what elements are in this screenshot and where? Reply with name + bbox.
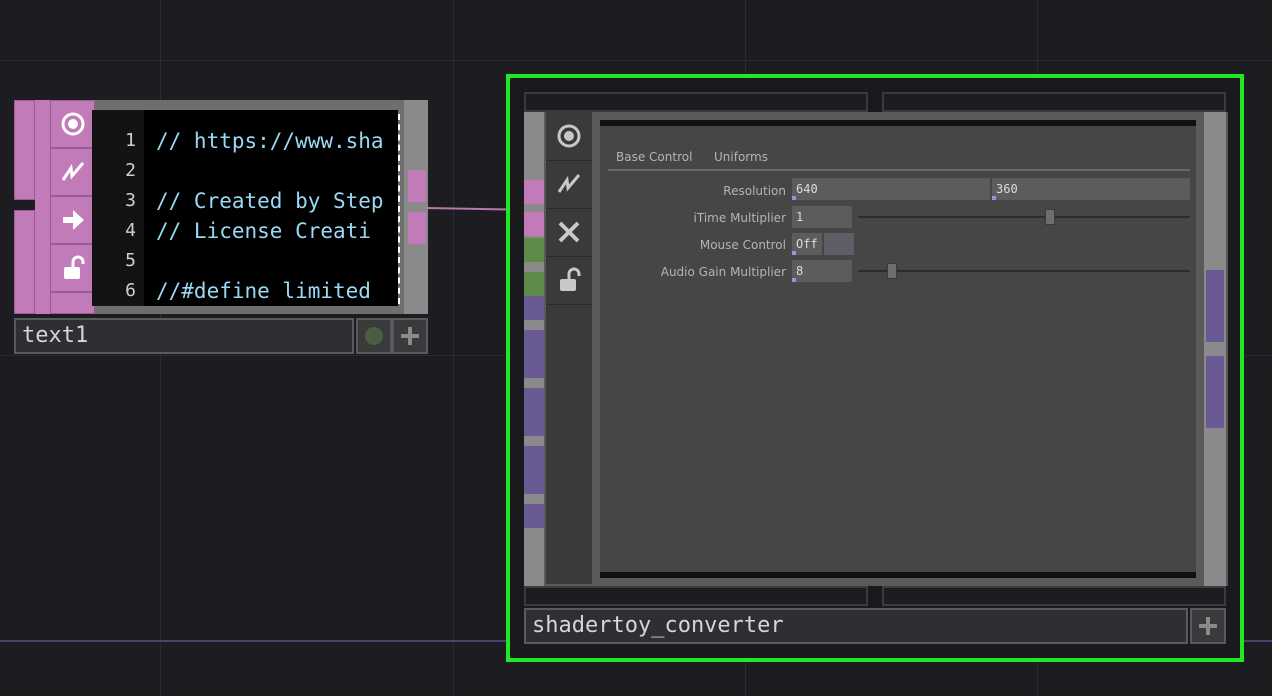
shadertoy-converter-name-field[interactable]: shadertoy_converter — [524, 608, 1188, 644]
line-text: //#define limited — [156, 279, 371, 303]
input-connector[interactable] — [524, 388, 544, 436]
parameter-panel: Base Control Uniforms Resolution 640 360… — [600, 120, 1196, 578]
text1-name-field[interactable]: text1 — [14, 318, 354, 354]
audio-gain-field[interactable]: 8 — [792, 260, 852, 282]
field-marker — [792, 251, 796, 255]
plus-icon — [401, 327, 419, 345]
cook-icon[interactable] — [50, 148, 95, 196]
bypass-icon[interactable] — [546, 208, 592, 257]
line-number: 2 — [125, 160, 136, 181]
export-icon[interactable] — [50, 196, 95, 244]
node-icon-column — [546, 112, 592, 584]
itime-slider-handle[interactable] — [1044, 209, 1055, 225]
resolution-y-value: 360 — [996, 182, 1018, 196]
node-top-bar — [882, 92, 1226, 112]
input-connector[interactable] — [524, 238, 544, 262]
line-text: // Created by Step — [156, 189, 384, 213]
output-connector[interactable] — [408, 170, 426, 202]
audio-gain-value: 8 — [796, 264, 804, 278]
resolution-x-value: 640 — [796, 182, 818, 196]
itime-multiplier-field[interactable]: 1 — [792, 206, 852, 228]
tab-separator — [608, 169, 1190, 171]
code-line: 4 // License Creati — [92, 216, 398, 246]
node-top-bar — [524, 92, 868, 112]
output-connector[interactable] — [1206, 270, 1224, 342]
icon-column-end — [50, 292, 95, 314]
plus-icon — [1199, 617, 1217, 635]
input-connector[interactable] — [524, 296, 544, 320]
field-marker — [792, 196, 796, 200]
field-marker — [792, 278, 796, 282]
line-number: 1 — [125, 130, 136, 151]
line-number: 4 — [125, 220, 136, 241]
resolution-x-field[interactable]: 640 — [792, 178, 990, 200]
param-label: Audio Gain Multiplier — [660, 265, 786, 279]
lock-icon[interactable] — [546, 256, 592, 305]
code-viewer[interactable]: 1 // https://www.sha 2 3 // Created by Ste… — [92, 110, 398, 306]
param-label: Resolution — [723, 184, 786, 198]
itime-multiplier-value: 1 — [796, 210, 804, 224]
output-connector[interactable] — [408, 212, 426, 244]
mouse-control-value: Off — [796, 237, 818, 251]
mouse-control-toggle[interactable] — [824, 233, 854, 255]
line-number: 3 — [125, 190, 136, 211]
tab-base-control[interactable]: Base Control — [616, 150, 692, 164]
line-number: 5 — [125, 250, 136, 271]
view-icon[interactable] — [546, 112, 592, 161]
param-label: iTime Multiplier — [693, 211, 786, 225]
input-connector[interactable] — [14, 210, 35, 314]
add-button[interactable] — [392, 318, 428, 354]
code-line: 6 //#define limited — [92, 276, 398, 306]
grid-line — [453, 0, 454, 696]
text1-node[interactable]: 1 // https://www.sha 2 3 // Created by Ste… — [14, 100, 428, 314]
input-connector[interactable] — [524, 180, 544, 204]
itime-multiplier-slider[interactable] — [858, 216, 1190, 218]
input-connector[interactable] — [14, 100, 35, 200]
grid-line — [0, 60, 1272, 61]
input-connector[interactable] — [524, 330, 544, 378]
output-connector[interactable] — [1206, 356, 1224, 428]
code-line: 2 — [92, 156, 398, 186]
cook-icon[interactable] — [546, 160, 592, 209]
lock-icon[interactable] — [50, 244, 95, 292]
input-strip — [14, 100, 35, 314]
output-strip — [404, 100, 428, 314]
input-connector[interactable] — [524, 446, 544, 494]
text-cursor — [398, 114, 400, 304]
output-strip — [1204, 112, 1226, 586]
view-icon[interactable] — [50, 100, 95, 148]
code-line: 3 // Created by Step — [92, 186, 398, 216]
resolution-y-field[interactable]: 360 — [992, 178, 1190, 200]
node-bottom-bar — [524, 586, 868, 606]
viewer-toggle-button[interactable] — [356, 318, 392, 354]
node-bottom-bar — [882, 586, 1226, 606]
audio-gain-slider[interactable] — [858, 270, 1190, 272]
mouse-control-field[interactable]: Off — [792, 233, 822, 255]
audio-slider-handle[interactable] — [886, 263, 897, 279]
field-marker — [992, 196, 996, 200]
param-label: Mouse Control — [699, 238, 786, 252]
line-number: 6 — [125, 280, 136, 301]
tab-uniforms[interactable]: Uniforms — [714, 150, 768, 164]
code-line: 5 — [92, 246, 398, 276]
input-connector[interactable] — [524, 504, 544, 528]
node-icon-column — [35, 100, 95, 314]
code-line: 1 // https://www.sha — [92, 126, 398, 156]
line-text: // https://www.sha — [156, 129, 384, 153]
line-text: // License Creati — [156, 219, 371, 243]
viewer-dot-icon — [365, 327, 383, 345]
add-button[interactable] — [1190, 608, 1226, 644]
input-connector[interactable] — [524, 272, 544, 296]
input-connector[interactable] — [524, 212, 544, 236]
